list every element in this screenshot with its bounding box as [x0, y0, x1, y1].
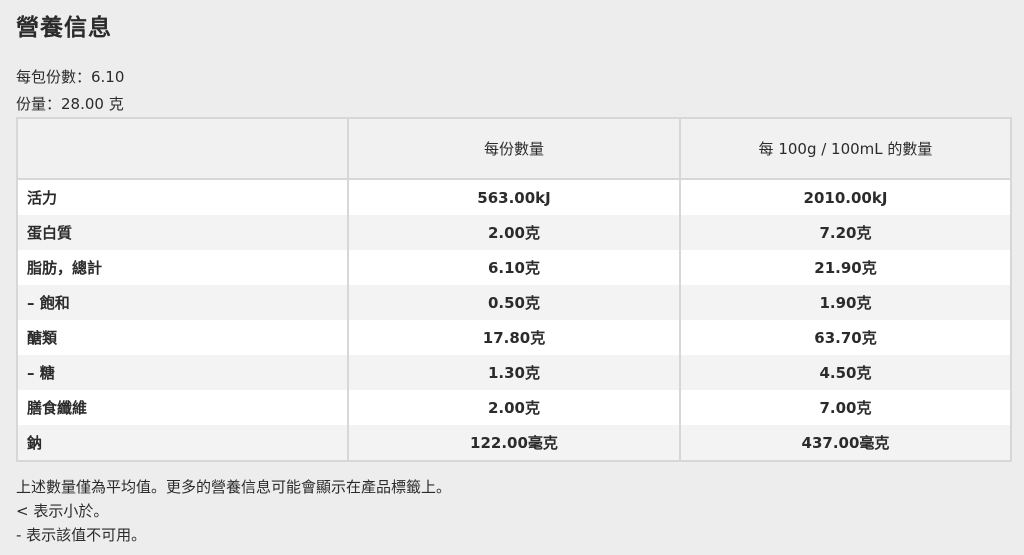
nutrition-table: 每份數量 每 100g / 100mL 的數量 活力 563.00kJ 2010… [16, 117, 1012, 462]
header-nutrient [17, 118, 349, 180]
table-row: – 糖 1.30克 4.50克 [17, 355, 1011, 390]
nutrient-name: 醣類 [17, 320, 349, 355]
per-100-value: 63.70克 [680, 320, 1011, 355]
nutrient-name: 活力 [17, 179, 349, 215]
table-row: 膳食纖維 2.00克 7.00克 [17, 390, 1011, 425]
footnotes: 上述數量僅為平均值。更多的營養信息可能會顯示在產品標籤上。 < 表示小於。 - … [16, 475, 451, 547]
footnote-average: 上述數量僅為平均值。更多的營養信息可能會顯示在產品標籤上。 [16, 478, 452, 496]
nutrient-name: 脂肪，總計 [17, 250, 349, 285]
table-row: – 飽和 0.50克 1.90克 [17, 285, 1011, 320]
per-serving-value: 2.00克 [348, 215, 681, 250]
per-serving-value: 17.80克 [348, 320, 681, 355]
per-100-value: 7.20克 [680, 215, 1011, 250]
per-serving-value: 122.00毫克 [348, 425, 681, 461]
per-100-value: 4.50克 [680, 355, 1011, 390]
table-row: 脂肪，總計 6.10克 21.90克 [17, 250, 1011, 285]
per-100-value: 1.90克 [680, 285, 1011, 320]
footnote-not-available: - 表示該值不可用。 [16, 526, 147, 544]
serving-size: 份量：28.00 克 [16, 95, 124, 113]
per-100-value: 437.00毫克 [680, 425, 1011, 461]
footnote-less-than: < 表示小於。 [16, 502, 109, 520]
per-serving-value: 6.10克 [348, 250, 681, 285]
nutrient-name: 膳食纖維 [17, 390, 349, 425]
header-per-100: 每 100g / 100mL 的數量 [680, 118, 1011, 180]
nutrient-name: – 飽和 [17, 285, 349, 320]
per-serving-value: 1.30克 [348, 355, 681, 390]
table-header-row: 每份數量 每 100g / 100mL 的數量 [17, 118, 1011, 180]
table-row: 醣類 17.80克 63.70克 [17, 320, 1011, 355]
nutrient-name: 鈉 [17, 425, 349, 461]
per-serving-value: 563.00kJ [348, 179, 681, 215]
per-serving-value: 2.00克 [348, 390, 681, 425]
header-per-serving: 每份數量 [348, 118, 681, 180]
servings-per-package: 每包份數：6.10 [16, 68, 125, 86]
table-row: 活力 563.00kJ 2010.00kJ [17, 179, 1011, 215]
per-100-value: 2010.00kJ [680, 179, 1011, 215]
per-100-value: 21.90克 [680, 250, 1011, 285]
table-row: 蛋白質 2.00克 7.20克 [17, 215, 1011, 250]
nutrient-name: 蛋白質 [17, 215, 349, 250]
serving-info: 每包份數：6.10 份量：28.00 克 [16, 64, 1024, 118]
nutrient-name: – 糖 [17, 355, 349, 390]
per-100-value: 7.00克 [680, 390, 1011, 425]
nutrition-panel: 營養信息 每包份數：6.10 份量：28.00 克 每份數量 每 100g / … [0, 0, 1024, 555]
page-title: 營養信息 [16, 15, 112, 41]
table-row: 鈉 122.00毫克 437.00毫克 [17, 425, 1011, 461]
per-serving-value: 0.50克 [348, 285, 681, 320]
